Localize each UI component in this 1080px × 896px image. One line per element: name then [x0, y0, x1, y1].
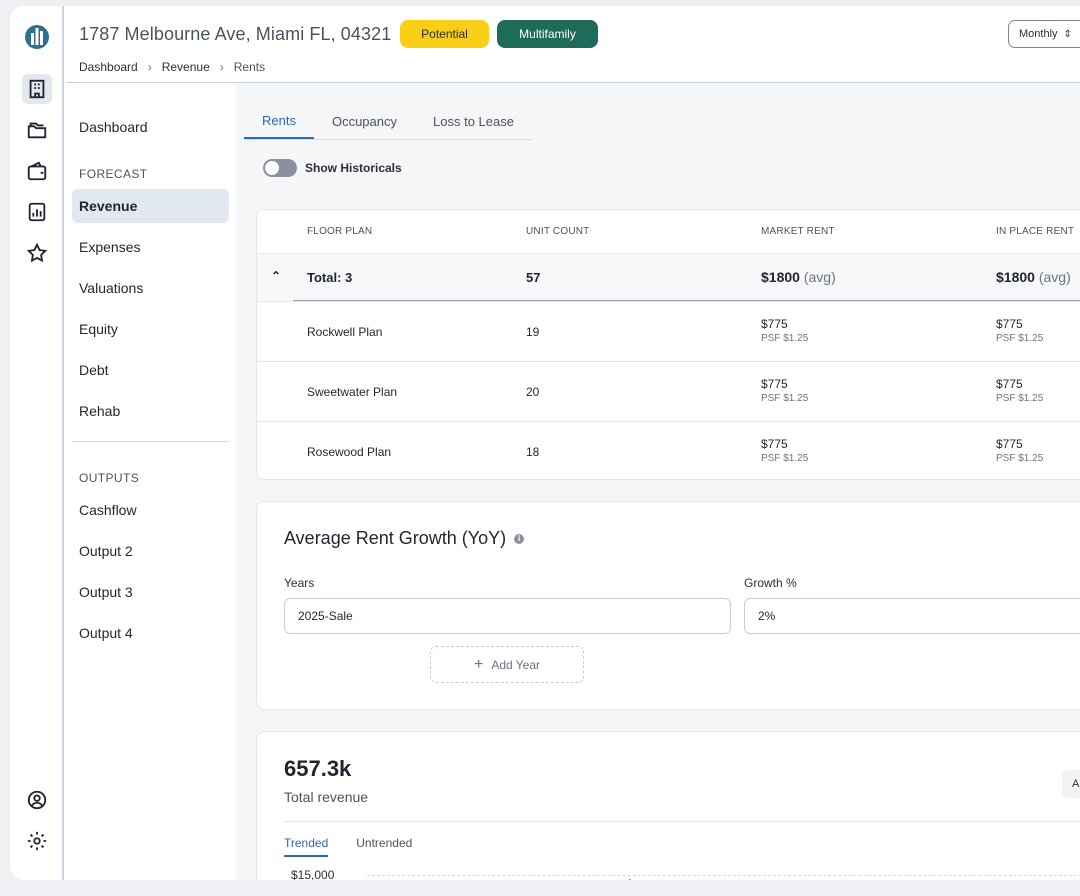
- breadcrumb-revenue[interactable]: Revenue: [162, 60, 210, 74]
- market-rent: $775 PSF $1.25: [761, 317, 809, 344]
- tab-rents[interactable]: Rents: [244, 103, 314, 139]
- table-row[interactable]: Rosewood Plan 18 $775 PSF $1.25 $775 PSF $…: [257, 421, 1080, 481]
- market-rent: $775 PSF $1.25: [761, 377, 809, 404]
- period-select-value: Monthly: [1019, 28, 1058, 40]
- gear-icon[interactable]: [22, 826, 52, 856]
- chevron-up-icon[interactable]: ⌃: [271, 269, 281, 283]
- show-historicals-label: Show Historicals: [305, 161, 402, 175]
- column-header-unit-count: UNIT COUNT: [526, 226, 590, 237]
- growth-input[interactable]: 2%: [744, 598, 1080, 634]
- sidebar-item-output-2[interactable]: Output 2: [72, 534, 229, 568]
- sidebar-item-revenue[interactable]: Revenue: [72, 189, 229, 223]
- info-icon[interactable]: i: [514, 533, 525, 544]
- years-label: Years: [284, 576, 315, 590]
- sidebar-item-valuations[interactable]: Valuations: [72, 271, 229, 305]
- sidebar-item-output-4[interactable]: Output 4: [72, 616, 229, 650]
- main-content: Rents Occupancy Loss to Lease Show Histo…: [236, 83, 1080, 880]
- outputs-heading: OUTPUTS: [79, 471, 140, 485]
- chevron-up-down-icon: ⇕: [1063, 28, 1072, 40]
- add-year-button[interactable]: + Add Year: [430, 646, 584, 683]
- y-axis-tick: $15,000: [291, 868, 335, 880]
- total-in-place-rent: $1800 (avg): [996, 269, 1071, 285]
- property-address: 1787 Melbourne Ave, Miami FL, 04321: [79, 24, 392, 44]
- show-historicals-toggle[interactable]: [263, 159, 297, 177]
- revenue-divider: [284, 821, 1080, 822]
- rent-growth-title: Average Rent Growth (YoY) i: [284, 528, 525, 549]
- page-header: 1787 Melbourne Ave, Miami FL, 04321 Pote…: [66, 6, 1080, 83]
- icon-rail: [10, 6, 64, 880]
- unit-count: 19: [526, 325, 540, 339]
- breadcrumb-dashboard[interactable]: Dashboard: [79, 60, 138, 74]
- wallet-icon[interactable]: [22, 156, 52, 186]
- chevron-right-icon: ›: [219, 60, 224, 74]
- in-place-rent: $775 PSF $1.25: [996, 377, 1044, 404]
- column-header-floor-plan: FLOOR PLAN: [307, 226, 373, 237]
- revenue-options-button[interactable]: A: [1062, 770, 1080, 798]
- total-revenue-value: 657.3k: [284, 756, 352, 781]
- sidebar-item-expenses[interactable]: Expenses: [72, 230, 229, 264]
- folder-icon[interactable]: [22, 115, 52, 145]
- star-icon[interactable]: [22, 238, 52, 268]
- total-revenue-card: 657.3k Total revenue A Trended Untrended…: [256, 731, 1080, 880]
- tab-loss-to-lease[interactable]: Loss to Lease: [415, 103, 532, 139]
- table-row-total: ⌃ Total: 3 57 $1800 (avg) $1800 (avg): [257, 253, 1080, 301]
- chart-gridline: [367, 875, 1080, 876]
- user-circle-icon[interactable]: [22, 785, 52, 815]
- plus-icon: +: [473, 655, 484, 673]
- total-units: 57: [526, 270, 541, 285]
- years-input[interactable]: 2025-Sale: [284, 598, 731, 634]
- sidebar-item-equity[interactable]: Equity: [72, 312, 229, 346]
- app-window: 1787 Melbourne Ave, Miami FL, 04321 Pote…: [10, 6, 1080, 880]
- rents-table: FLOOR PLAN UNIT COUNT MARKET RENT IN PLA…: [256, 209, 1080, 480]
- floor-plan-name: Rockwell Plan: [307, 325, 383, 339]
- column-header-market-rent: MARKET RENT: [761, 226, 835, 237]
- total-market-rent: $1800 (avg): [761, 269, 836, 285]
- sidebar-item-dashboard[interactable]: Dashboard: [72, 110, 229, 144]
- logo-icon[interactable]: [24, 22, 50, 52]
- table-row[interactable]: Sweetwater Plan 20 $775 PSF $1.25 $775 PSF…: [257, 361, 1080, 421]
- breadcrumb: Dashboard › Revenue › Rents: [79, 60, 265, 74]
- chart-point-marker[interactable]: [622, 878, 638, 880]
- show-historicals-row: Show Historicals: [263, 159, 402, 177]
- unit-count: 20: [526, 385, 540, 399]
- sidebar-divider: [72, 441, 229, 442]
- total-revenue-label: Total revenue: [284, 789, 369, 805]
- tab-untrended[interactable]: Untrended: [356, 836, 412, 857]
- breadcrumb-rents: Rents: [233, 60, 266, 74]
- forecast-heading: FORECAST: [79, 167, 148, 181]
- revenue-tabs: Trended Untrended: [284, 836, 412, 857]
- sidebar-item-cashflow[interactable]: Cashflow: [72, 493, 229, 527]
- rent-growth-card: Average Rent Growth (YoY) i Years 2025-S…: [256, 501, 1080, 710]
- report-icon[interactable]: [22, 197, 52, 227]
- in-place-rent: $775 PSF $1.25: [996, 317, 1044, 344]
- floor-plan-name: Sweetwater Plan: [307, 385, 398, 399]
- in-place-rent: $775 PSF $1.25: [996, 437, 1044, 464]
- sidebar: Dashboard FORECAST Revenue Expenses Valu…: [66, 83, 236, 880]
- market-rent: $775 PSF $1.25: [761, 437, 809, 464]
- period-select[interactable]: Monthly ⇕: [1008, 20, 1080, 48]
- column-header-in-place-rent: IN PLACE RENT: [996, 226, 1075, 237]
- tab-occupancy[interactable]: Occupancy: [314, 103, 415, 139]
- status-badge-potential[interactable]: Potential: [400, 20, 489, 48]
- building-icon[interactable]: [22, 74, 52, 104]
- sidebar-item-rehab[interactable]: Rehab: [72, 394, 229, 428]
- total-label: Total: 3: [307, 270, 353, 285]
- floor-plan-name: Rosewood Plan: [307, 445, 392, 459]
- type-badge-multifamily[interactable]: Multifamily: [497, 20, 598, 48]
- unit-count: 18: [526, 445, 540, 459]
- growth-label: Growth %: [744, 576, 797, 590]
- rent-tabs: Rents Occupancy Loss to Lease: [244, 103, 532, 140]
- chevron-right-icon: ›: [147, 60, 152, 74]
- sidebar-item-output-3[interactable]: Output 3: [72, 575, 229, 609]
- table-row[interactable]: Rockwell Plan 19 $775 PSF $1.25 $775 PSF $…: [257, 301, 1080, 361]
- tab-trended[interactable]: Trended: [284, 836, 329, 857]
- sidebar-item-debt[interactable]: Debt: [72, 353, 229, 387]
